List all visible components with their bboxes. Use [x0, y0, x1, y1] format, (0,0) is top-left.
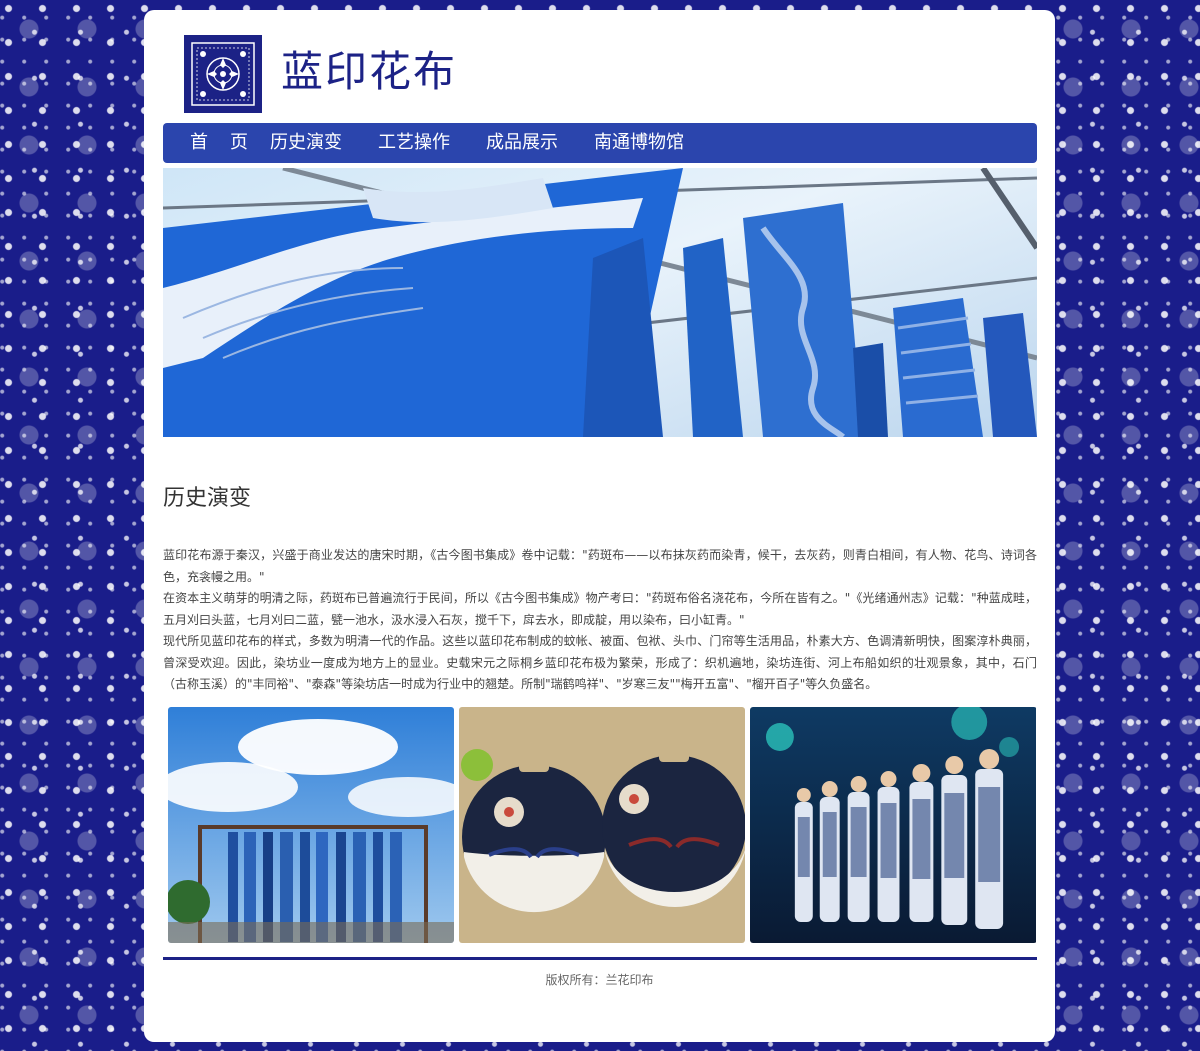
gallery-photo-fashion-show[interactable] [750, 707, 1037, 943]
photo-gallery [168, 707, 1038, 944]
article-paragraph: 现代所见蓝印花布的样式，多数为明清一代的作品。这些以蓝印花布制成的蚊帐、被面、包… [163, 634, 1037, 691]
article-body: 蓝印花布源于秦汉，兴盛于商业发达的唐宋时期，《古今图书集成》卷中记载："药斑布—… [163, 545, 1037, 696]
nav-item-products[interactable]: 成品展示 [486, 123, 558, 163]
gallery-photo-dyeing-racks[interactable] [168, 707, 454, 943]
article-paragraph: 在资本主义萌芽的明清之际，药斑布已普遍流行于民间，所以《古今图书集成》物产考曰：… [163, 591, 1037, 627]
logo-pattern-icon [188, 39, 258, 109]
footer-divider [163, 957, 1037, 960]
page-container: 蓝印花布 首页 历史演变 工艺操作 成品展示 南通博物馆 历史演变 蓝印花布源于… [144, 10, 1055, 1042]
nav-item-home[interactable]: 首页 [190, 123, 270, 163]
nav-item-history[interactable]: 历史演变 [270, 123, 342, 163]
nav-item-craft[interactable]: 工艺操作 [378, 123, 450, 163]
site-header: 蓝印花布 [144, 10, 1055, 123]
article-paragraph: 蓝印花布源于秦汉，兴盛于商业发达的唐宋时期，《古今图书集成》卷中记载："药斑布—… [163, 548, 1037, 584]
section-title: 历史演变 [163, 486, 252, 511]
nav-item-museum[interactable]: 南通博物馆 [594, 123, 684, 163]
logo-image[interactable] [184, 35, 262, 113]
site-title: 蓝印花布 [281, 47, 458, 96]
gallery-photo-fans[interactable] [459, 707, 745, 943]
banner-image [163, 168, 1037, 437]
footer-copyright: 版权所有：兰花印布 [545, 973, 654, 987]
main-nav: 首页 历史演变 工艺操作 成品展示 南通博物馆 [163, 123, 1037, 163]
